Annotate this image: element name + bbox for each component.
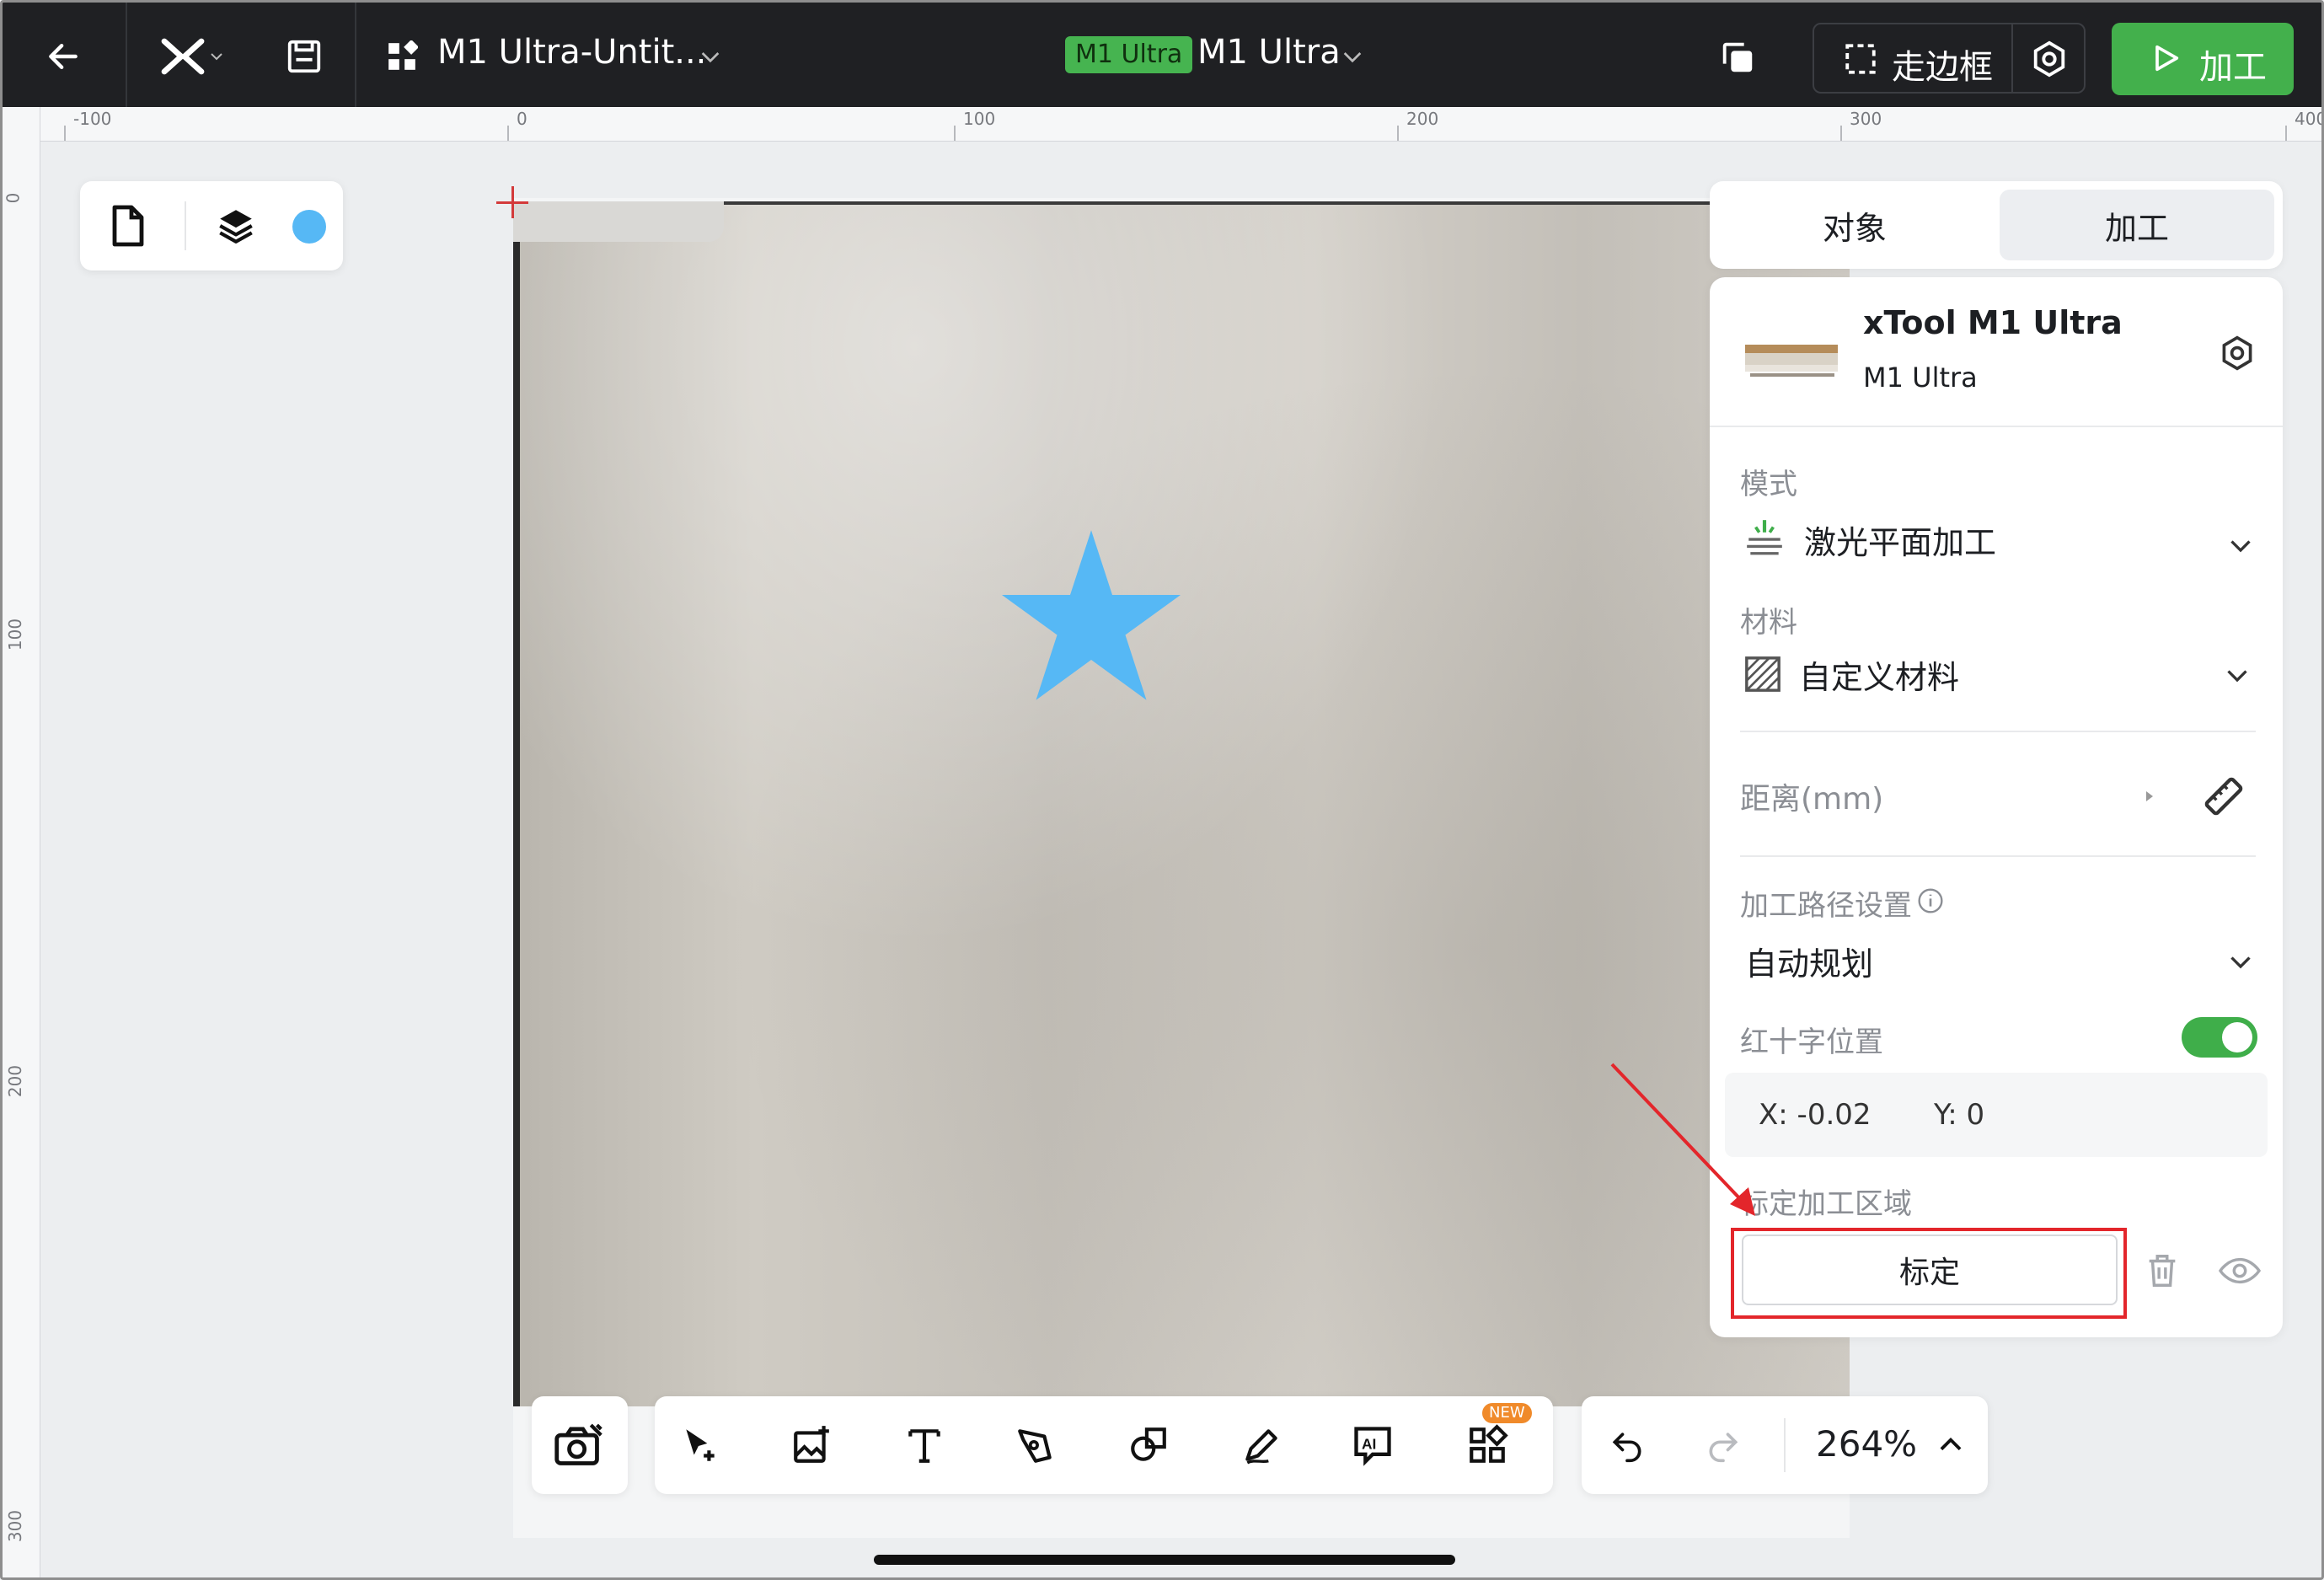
draw-pencil-icon[interactable] — [1234, 1418, 1288, 1472]
mode-label: 模式 — [1740, 468, 1797, 501]
divider — [126, 3, 127, 107]
panel-tabs: 对象 加工 — [1710, 181, 2283, 269]
origin-crosshair — [511, 186, 514, 218]
device-selector[interactable]: M1 Ultra — [1197, 33, 1341, 72]
info-icon[interactable] — [1917, 887, 1944, 914]
chevron-down-icon[interactable] — [2225, 946, 2256, 977]
ruler-label: 100 — [5, 618, 26, 651]
ruler-label: 0 — [3, 192, 24, 204]
ruler-label: 300 — [5, 1509, 26, 1543]
chevron-down-icon[interactable] — [695, 41, 726, 72]
ai-icon[interactable]: AI — [1346, 1418, 1400, 1472]
mode-selector[interactable]: 激光平面加工 — [1804, 517, 1996, 563]
tools-toolbar: AI — [655, 1396, 1553, 1494]
coord-y: Y: 0 — [1934, 1098, 1985, 1132]
camera-clamp — [513, 201, 724, 242]
coordinates-box: X: -0.02 Y: 0 — [1725, 1073, 2268, 1157]
path-settings-label: 加工路径设置 — [1740, 889, 1912, 923]
ruler-measure-icon[interactable] — [2202, 774, 2246, 818]
divider — [1740, 731, 2256, 732]
divider — [1710, 426, 2283, 427]
app-window: M1 Ultra-Untit... M1 Ultra M1 Ultra 走边框 … — [0, 0, 2324, 1580]
camera-background — [513, 201, 1850, 1406]
canvas-toolbox — [80, 181, 343, 270]
ruler-ticks — [64, 126, 2287, 141]
material-selector[interactable]: 自定义材料 — [1799, 651, 1959, 698]
home-indicator — [874, 1555, 1455, 1565]
device-name: xTool M1 Ultra — [1863, 304, 2123, 341]
divider — [1784, 1418, 1786, 1472]
device-badge: M1 Ultra — [1065, 36, 1193, 73]
material-label: 材料 — [1740, 606, 1797, 640]
play-icon — [2155, 45, 2179, 72]
chevron-down-icon[interactable] — [2225, 530, 2256, 560]
star-shape[interactable] — [1002, 530, 1181, 700]
eye-icon[interactable] — [2219, 1251, 2261, 1290]
annotation-arrow — [1610, 1063, 1755, 1216]
chevron-down-icon[interactable] — [1337, 41, 1368, 72]
divider — [355, 3, 356, 107]
top-bar: M1 Ultra-Untit... M1 Ultra M1 Ultra 走边框 … — [3, 3, 2321, 107]
divider — [1740, 855, 2256, 857]
delete-icon[interactable] — [2143, 1251, 2182, 1290]
device-settings-icon[interactable] — [2219, 335, 2256, 372]
red-cross-label: 红十字位置 — [1740, 1026, 1883, 1059]
chevron-up-icon[interactable] — [1924, 1418, 1978, 1472]
frame-button[interactable]: 走边框 — [1813, 23, 2086, 94]
path-selector[interactable]: 自动规划 — [1745, 938, 1873, 984]
image-add-icon[interactable] — [784, 1418, 838, 1472]
highlight-box — [1731, 1228, 2127, 1319]
layers-icon[interactable] — [212, 201, 260, 250]
divider — [185, 201, 186, 250]
camera-toolbar — [532, 1396, 628, 1494]
undo-icon[interactable] — [1600, 1418, 1654, 1472]
shapes-icon[interactable] — [1122, 1418, 1175, 1472]
process-button[interactable]: 加工 — [2112, 23, 2294, 95]
process-button-label: 加工 — [2199, 48, 2267, 87]
file-icon[interactable] — [104, 201, 153, 250]
zoom-level[interactable]: 264% — [1816, 1423, 1917, 1465]
tab-process[interactable]: 加工 — [2000, 190, 2274, 260]
color-dot[interactable] — [292, 210, 326, 244]
material-pattern-icon — [1745, 656, 1780, 692]
document-title[interactable]: M1 Ultra-Untit... — [437, 33, 706, 72]
red-cross-toggle[interactable] — [2182, 1017, 2257, 1058]
svg-text:AI: AI — [1362, 1435, 1376, 1452]
horizontal-ruler: -100 0 100 200 300 400 — [40, 107, 2321, 142]
pen-tool-icon[interactable] — [1009, 1418, 1063, 1472]
project-grid-icon[interactable] — [385, 40, 419, 73]
device-model: M1 Ultra — [1863, 362, 1978, 394]
tab-object[interactable]: 对象 — [1718, 190, 1991, 260]
chevron-down-icon — [211, 53, 222, 61]
copy-icon[interactable] — [1716, 36, 1759, 78]
coord-x: X: -0.02 — [1759, 1098, 1872, 1132]
ruler-label: 200 — [5, 1064, 26, 1098]
vertical-ruler: 0 100 200 300 — [3, 107, 40, 1577]
caret-right-icon[interactable] — [2139, 786, 2160, 806]
frame-button-label: 走边框 — [1892, 48, 1993, 87]
distance-label: 距离(mm) — [1740, 782, 1884, 817]
camera-refresh-icon[interactable] — [552, 1418, 606, 1472]
dashed-frame-icon — [1845, 44, 1876, 74]
back-arrow-icon[interactable] — [40, 33, 87, 80]
apps-grid-icon[interactable] — [1460, 1418, 1514, 1472]
new-badge: NEW — [1482, 1403, 1532, 1423]
redo-icon[interactable] — [1696, 1418, 1750, 1472]
device-image — [1745, 345, 1838, 377]
divider — [2011, 24, 2013, 92]
save-icon[interactable] — [281, 35, 328, 78]
process-panel: xTool M1 Ultra M1 Ultra 模式 激光平面加工 材料 自定义… — [1710, 277, 2283, 1337]
xtool-logo-menu[interactable] — [153, 33, 233, 80]
hex-settings-icon[interactable] — [2030, 40, 2069, 78]
text-icon[interactable] — [897, 1418, 951, 1472]
chevron-down-icon[interactable] — [2222, 660, 2252, 690]
select-add-icon[interactable] — [673, 1418, 727, 1472]
laser-flat-icon — [1747, 520, 1782, 555]
history-zoom-toolbar — [1582, 1396, 1988, 1494]
